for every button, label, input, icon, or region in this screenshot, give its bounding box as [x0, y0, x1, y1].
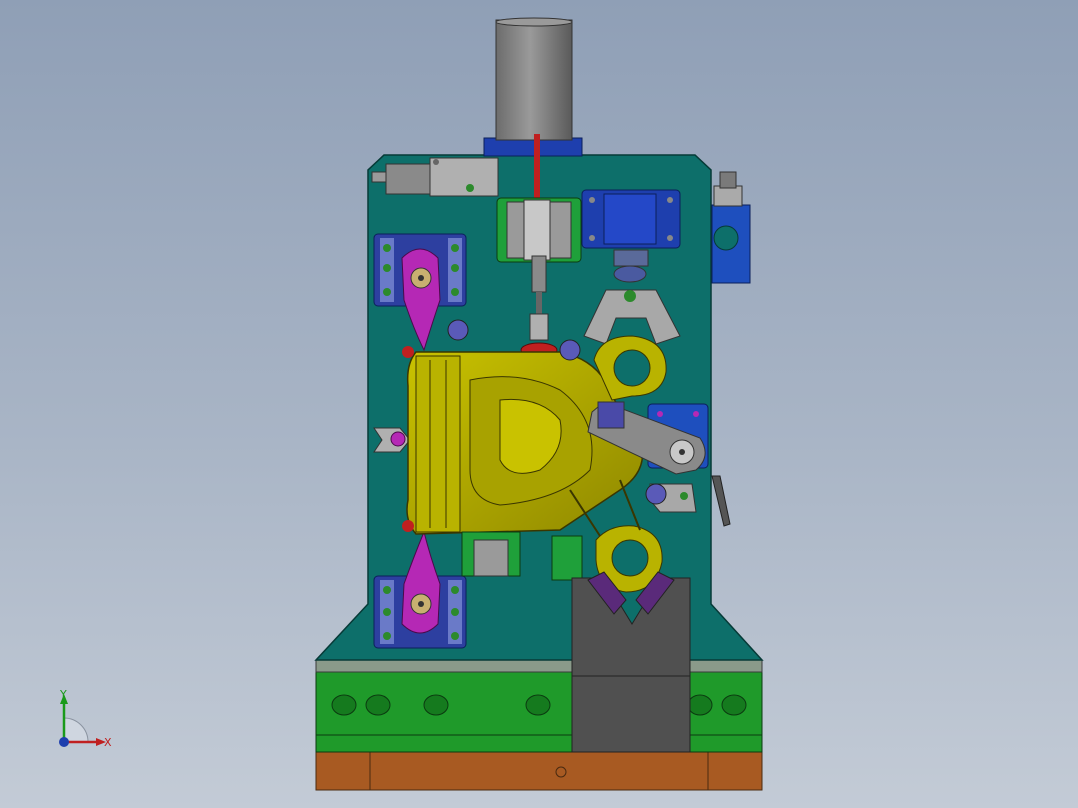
fixture-assembly [314, 17, 764, 791]
x-axis-label: X [104, 736, 112, 749]
cad-viewport[interactable]: Y X [0, 0, 1078, 808]
y-axis-label: Y [59, 688, 67, 701]
coordinate-triad: Y X [48, 684, 118, 754]
wood-base [315, 751, 763, 791]
top-left-sensor [371, 157, 499, 197]
green-base [315, 659, 763, 753]
axis-triad-icon: Y X [59, 688, 112, 749]
top-right-connector [711, 171, 751, 284]
